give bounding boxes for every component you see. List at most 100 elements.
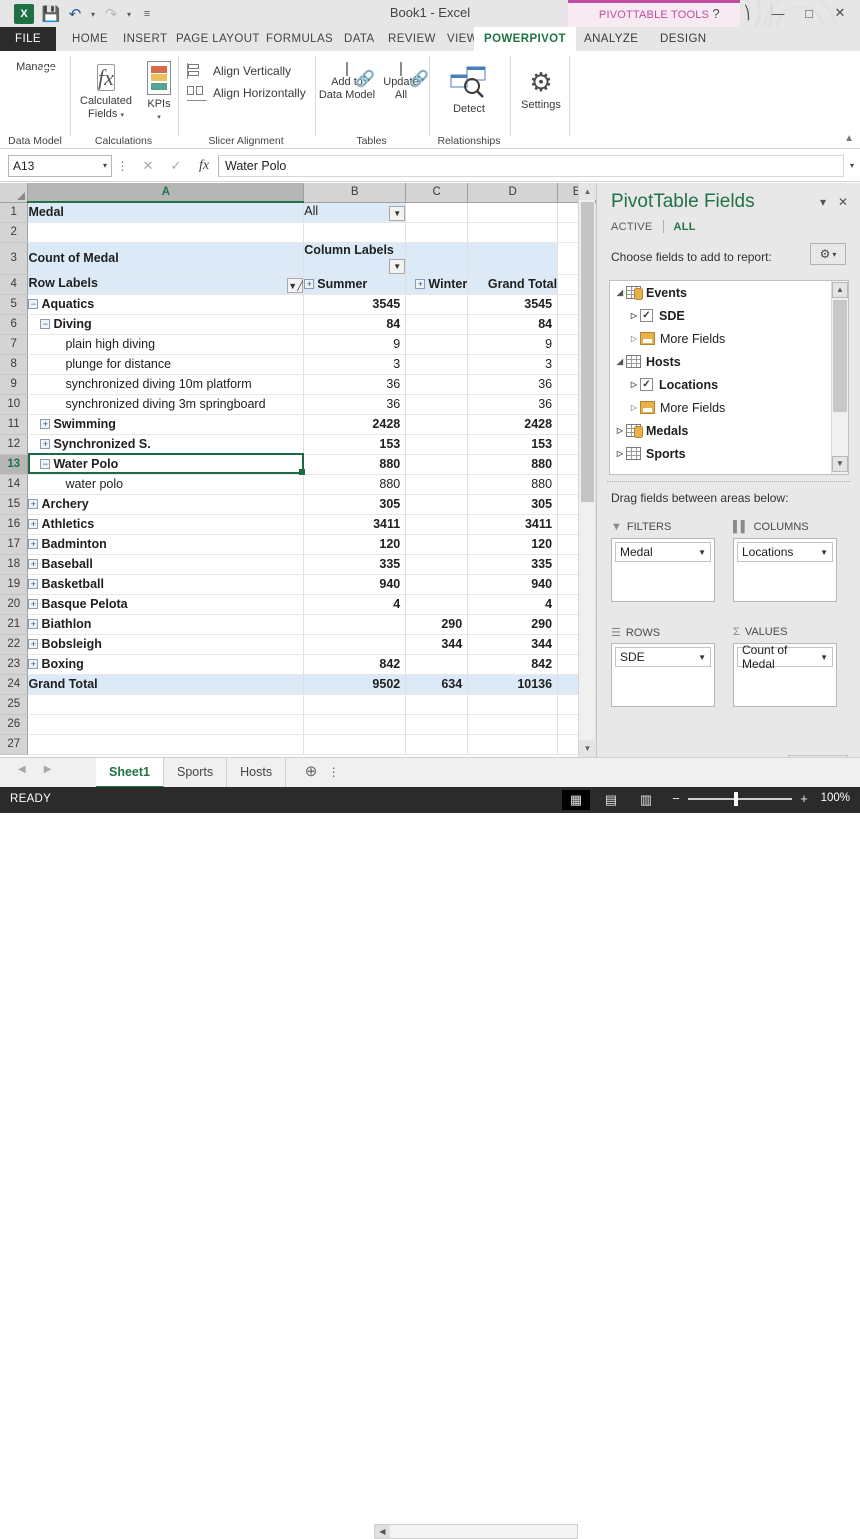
insert-function-icon[interactable]: fx bbox=[190, 158, 218, 174]
field-pill-count-of-medal[interactable]: Count of Medal ▼ bbox=[737, 647, 833, 667]
row-header-3[interactable]: 3 bbox=[0, 242, 28, 274]
cell-d20[interactable]: 4 bbox=[468, 594, 558, 614]
calculated-fields-button[interactable]: fx Calculated Fields ▾ bbox=[73, 61, 139, 122]
cell-a20[interactable]: +Basque Pelota bbox=[28, 594, 304, 614]
field-pill-medal-caret-icon[interactable]: ▼ bbox=[698, 548, 706, 557]
cell-c13[interactable] bbox=[406, 454, 468, 474]
cell-b21[interactable] bbox=[304, 614, 406, 634]
cell-a2[interactable] bbox=[28, 222, 304, 242]
cell-c9[interactable] bbox=[406, 374, 468, 394]
cell-a16[interactable]: +Athletics bbox=[28, 514, 304, 534]
cell-b26[interactable] bbox=[304, 714, 406, 734]
cell-a18[interactable]: +Baseball bbox=[28, 554, 304, 574]
tab-all-fields[interactable]: ALL bbox=[674, 221, 696, 233]
expand-row-icon[interactable]: + bbox=[28, 579, 38, 589]
tab-analyze[interactable]: ANALYZE bbox=[574, 27, 648, 51]
expand-row-icon[interactable]: + bbox=[28, 599, 38, 609]
cell-c27[interactable] bbox=[406, 734, 468, 754]
row-header-4[interactable]: 4 bbox=[0, 274, 28, 294]
field-list-scroll-up-icon[interactable]: ▲ bbox=[832, 282, 848, 298]
ribbon-display-options-icon[interactable]: ⎞ bbox=[733, 2, 761, 24]
cell-b25[interactable] bbox=[304, 694, 406, 714]
collapse-row-icon[interactable]: − bbox=[40, 319, 50, 329]
cell-c23[interactable] bbox=[406, 654, 468, 674]
cell-a17[interactable]: +Badminton bbox=[28, 534, 304, 554]
name-box-caret-icon[interactable]: ▾ bbox=[103, 161, 107, 170]
kpis-caret-icon[interactable]: ▾ bbox=[139, 111, 179, 124]
sheet-tab-hosts[interactable]: Hosts bbox=[227, 758, 286, 788]
cell-d25[interactable] bbox=[468, 694, 558, 714]
row-header-9[interactable]: 9 bbox=[0, 374, 28, 394]
name-box[interactable]: A13 ▾ bbox=[8, 155, 112, 177]
detect-button[interactable]: Detect bbox=[444, 65, 494, 116]
cell-c12[interactable] bbox=[406, 434, 468, 454]
scroll-up-icon[interactable]: ▲ bbox=[579, 183, 596, 200]
cell-b24[interactable]: 9502 bbox=[304, 674, 406, 694]
field-list-item-sports[interactable]: ▷Sports bbox=[610, 442, 848, 465]
cell-d14[interactable]: 880 bbox=[468, 474, 558, 494]
cell-a23[interactable]: +Boxing bbox=[28, 654, 304, 674]
cell-d2[interactable] bbox=[468, 222, 558, 242]
expand-formula-bar-icon[interactable]: ▾ bbox=[844, 161, 860, 170]
cell-d11[interactable]: 2428 bbox=[468, 414, 558, 434]
tree-expand-icon[interactable]: ▷ bbox=[614, 426, 626, 435]
align-horizontally-button[interactable]: Align Horizontally bbox=[187, 85, 306, 101]
cell-c21[interactable]: 290 bbox=[406, 614, 468, 634]
row-header-6[interactable]: 6 bbox=[0, 314, 28, 334]
expand-winter-icon[interactable]: + bbox=[415, 279, 425, 289]
cell-c2[interactable] bbox=[406, 222, 468, 242]
cell-c8[interactable] bbox=[406, 354, 468, 374]
field-pill-locations-caret-icon[interactable]: ▼ bbox=[820, 548, 828, 557]
row-header-11[interactable]: 11 bbox=[0, 414, 28, 434]
cell-c1[interactable] bbox=[406, 202, 468, 222]
cell-a21[interactable]: +Biathlon bbox=[28, 614, 304, 634]
cell-c6[interactable] bbox=[406, 314, 468, 334]
cell-a19[interactable]: +Basketball bbox=[28, 574, 304, 594]
cell-a26[interactable] bbox=[28, 714, 304, 734]
collapse-ribbon-icon[interactable]: ▲ bbox=[844, 133, 854, 144]
cell-b19[interactable]: 940 bbox=[304, 574, 406, 594]
cell-a6[interactable]: −Diving bbox=[28, 314, 304, 334]
cell-c10[interactable] bbox=[406, 394, 468, 414]
row-header-21[interactable]: 21 bbox=[0, 614, 28, 634]
field-list-item-hosts[interactable]: ◢Hosts bbox=[610, 350, 848, 373]
row-header-13[interactable]: 13 bbox=[0, 454, 28, 474]
field-list-item-medals[interactable]: ▷Medals bbox=[610, 419, 848, 442]
cell-b15[interactable]: 305 bbox=[304, 494, 406, 514]
tab-home[interactable]: HOME bbox=[62, 27, 118, 51]
tab-review[interactable]: REVIEW bbox=[378, 27, 446, 51]
cell-b1[interactable]: All ▼ bbox=[304, 202, 406, 222]
cell-d16[interactable]: 3411 bbox=[468, 514, 558, 534]
minimize-icon[interactable]: — bbox=[764, 2, 792, 24]
field-pill-sde[interactable]: SDE ▼ bbox=[615, 647, 711, 667]
row-header-27[interactable]: 27 bbox=[0, 734, 28, 754]
redo-dropdown-caret-icon[interactable]: ▾ bbox=[124, 10, 134, 19]
cell-d27[interactable] bbox=[468, 734, 558, 754]
expand-summer-icon[interactable]: + bbox=[304, 279, 314, 289]
page-layout-view-icon[interactable]: ▤ bbox=[597, 790, 625, 810]
restore-icon[interactable]: □ bbox=[795, 2, 823, 24]
row-header-8[interactable]: 8 bbox=[0, 354, 28, 374]
cell-b20[interactable]: 4 bbox=[304, 594, 406, 614]
customize-quick-access-icon[interactable]: ≡ bbox=[136, 4, 158, 24]
cell-d19[interactable]: 940 bbox=[468, 574, 558, 594]
zoom-slider-track[interactable] bbox=[688, 798, 792, 800]
cell-a7[interactable]: plain high diving bbox=[28, 334, 304, 354]
field-checkbox[interactable]: ✓ bbox=[640, 378, 653, 391]
cell-a8[interactable]: plunge for distance bbox=[28, 354, 304, 374]
cell-a27[interactable] bbox=[28, 734, 304, 754]
cell-c15[interactable] bbox=[406, 494, 468, 514]
expand-row-icon[interactable]: + bbox=[28, 539, 38, 549]
field-pill-locations[interactable]: Locations ▼ bbox=[737, 542, 833, 562]
cell-a15[interactable]: +Archery bbox=[28, 494, 304, 514]
expand-row-icon[interactable]: + bbox=[28, 639, 38, 649]
row-header-17[interactable]: 17 bbox=[0, 534, 28, 554]
cell-b27[interactable] bbox=[304, 734, 406, 754]
row-header-14[interactable]: 14 bbox=[0, 474, 28, 494]
area-values[interactable]: Count of Medal ▼ bbox=[733, 643, 837, 707]
cell-b18[interactable]: 335 bbox=[304, 554, 406, 574]
tab-page-layout[interactable]: PAGE LAYOUT bbox=[166, 27, 270, 51]
tree-expand-icon[interactable]: ▷ bbox=[628, 334, 640, 343]
cell-d23[interactable]: 842 bbox=[468, 654, 558, 674]
column-header-b[interactable]: B bbox=[304, 183, 406, 202]
